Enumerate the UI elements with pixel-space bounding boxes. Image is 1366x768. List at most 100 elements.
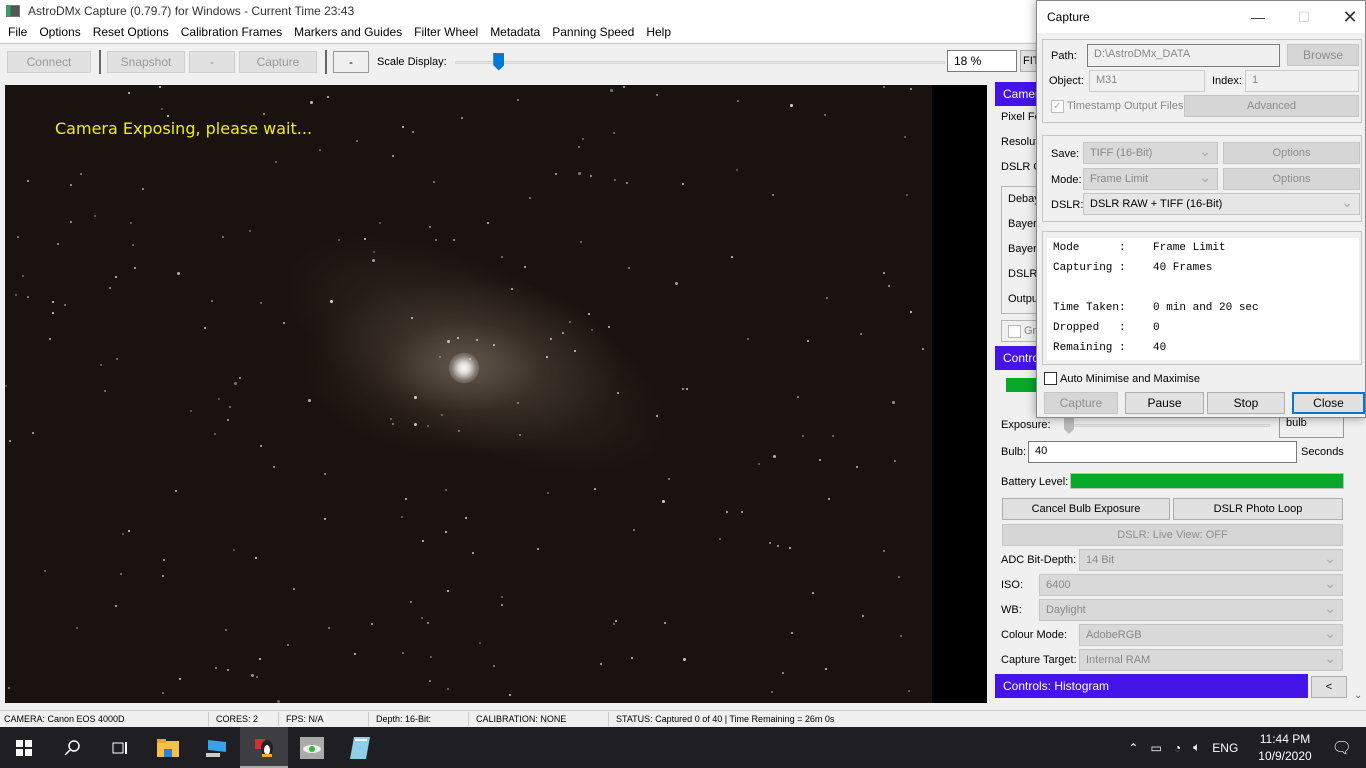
star xyxy=(215,667,217,669)
scale-display-slider[interactable] xyxy=(454,51,945,73)
exposure-slider[interactable] xyxy=(1064,418,1270,434)
file-explorer-icon[interactable] xyxy=(144,727,192,768)
menu-metadata[interactable]: Metadata xyxy=(484,25,546,39)
star xyxy=(433,181,435,183)
index-input[interactable]: 1 xyxy=(1245,70,1359,92)
snapshot-option-button[interactable]: - xyxy=(189,50,235,73)
dslr-format-select[interactable]: DSLR RAW + TIFF (16-Bit) xyxy=(1083,193,1360,215)
battery-level-fill xyxy=(1071,474,1343,488)
notepad-icon[interactable] xyxy=(336,727,384,768)
timestamp-checkbox[interactable]: ✓ xyxy=(1051,100,1064,113)
save-options-button[interactable]: Options xyxy=(1223,142,1360,164)
toolbar-separator xyxy=(325,49,327,74)
histogram-section-header[interactable]: Controls: Histogram xyxy=(995,674,1308,698)
scroll-down-icon[interactable]: ⌄ xyxy=(1354,690,1362,701)
minimize-icon[interactable]: — xyxy=(1235,1,1281,33)
mode-select[interactable]: Frame Limit xyxy=(1083,168,1218,190)
menu-panning-speed[interactable]: Panning Speed xyxy=(546,25,640,39)
capture-target-select[interactable]: Internal RAM xyxy=(1079,649,1343,671)
show-hidden-icons-icon[interactable]: ⌃ xyxy=(1128,741,1138,755)
zoom-percent-input[interactable]: 18 % xyxy=(947,50,1017,72)
star xyxy=(590,175,592,177)
browse-button[interactable]: Browse xyxy=(1287,44,1359,66)
dialog-capture-button[interactable]: Capture xyxy=(1044,392,1118,414)
adc-bit-depth-select[interactable]: 14 Bit xyxy=(1079,549,1343,571)
eye-app-icon[interactable] xyxy=(288,727,336,768)
maximize-icon[interactable]: ☐ xyxy=(1281,1,1327,33)
star xyxy=(529,197,531,199)
grid-checkbox[interactable] xyxy=(1008,325,1021,338)
windows-start-icon[interactable] xyxy=(0,727,48,768)
save-format-select[interactable]: TIFF (16-Bit) xyxy=(1083,142,1218,164)
menu-calibration-frames[interactable]: Calibration Frames xyxy=(175,25,288,39)
astrodmx-taskbar-icon[interactable] xyxy=(240,727,288,768)
bulb-seconds-input[interactable]: 40 xyxy=(1028,441,1297,463)
star xyxy=(167,115,169,117)
close-icon[interactable]: ✕ xyxy=(1327,1,1366,33)
task-view-icon[interactable] xyxy=(96,727,144,768)
capture-button[interactable]: Capture xyxy=(239,50,317,73)
star xyxy=(613,623,615,625)
star xyxy=(159,86,161,88)
menu-markers-guides[interactable]: Markers and Guides xyxy=(288,25,408,39)
search-icon[interactable] xyxy=(48,727,96,768)
notifications-icon[interactable]: 🗨︎ xyxy=(1332,738,1352,758)
this-pc-icon[interactable] xyxy=(192,727,240,768)
colour-mode-select[interactable]: AdobeRGB xyxy=(1079,624,1343,646)
iso-select[interactable]: 6400 xyxy=(1039,574,1343,596)
volume-icon[interactable]: 🔈︎ xyxy=(1193,740,1200,755)
slider-thumb[interactable] xyxy=(493,52,505,71)
scale-display-label: Scale Display: xyxy=(377,55,447,68)
path-input[interactable]: D:\AstroDMx_DATA xyxy=(1087,44,1280,67)
star xyxy=(626,182,628,184)
star xyxy=(772,194,774,196)
menu-options[interactable]: Options xyxy=(33,25,86,39)
wifi-icon[interactable]: ◔ xyxy=(1174,741,1181,755)
star xyxy=(263,113,265,115)
star xyxy=(162,692,164,694)
star xyxy=(175,490,177,492)
star xyxy=(682,183,684,185)
advanced-button[interactable]: Advanced xyxy=(1184,95,1359,117)
star xyxy=(771,691,773,693)
star xyxy=(225,629,227,631)
white-balance-select[interactable]: Daylight xyxy=(1039,599,1343,621)
star xyxy=(142,188,144,190)
auto-minimise-label: Auto Minimise and Maximise xyxy=(1060,373,1200,385)
star xyxy=(227,419,229,421)
cancel-bulb-exposure-button[interactable]: Cancel Bulb Exposure xyxy=(1002,498,1170,520)
language-indicator[interactable]: ENG xyxy=(1212,741,1238,755)
star xyxy=(100,364,102,366)
battery-icon[interactable]: ▭ xyxy=(1150,741,1161,755)
collapse-panel-button[interactable]: < xyxy=(1311,676,1347,698)
scale-minus-button[interactable]: - xyxy=(333,50,369,73)
star xyxy=(327,96,329,98)
star xyxy=(115,276,117,278)
bayer-label-2: Bayer xyxy=(1008,243,1037,255)
menu-help[interactable]: Help xyxy=(640,25,677,39)
dslr-label: DSLR xyxy=(1008,268,1038,280)
capture-dialog: Capture — ☐ ✕ Path: D:\AstroDMx_DATA Bro… xyxy=(1036,0,1366,418)
status-bar: CAMERA: Canon EOS 4000D CORES: 2 FPS: N/… xyxy=(0,710,1366,727)
auto-minimise-checkbox[interactable] xyxy=(1044,372,1057,385)
dialog-close-button[interactable]: Close xyxy=(1292,392,1365,414)
live-view-button[interactable]: DSLR: Live View: OFF xyxy=(1002,524,1343,546)
stop-button[interactable]: Stop xyxy=(1207,392,1285,414)
connect-button[interactable]: Connect xyxy=(7,50,91,73)
slider-thumb[interactable] xyxy=(1064,418,1074,434)
star xyxy=(726,511,728,513)
menu-filter-wheel[interactable]: Filter Wheel xyxy=(408,25,484,39)
star xyxy=(791,632,793,634)
star xyxy=(747,338,749,340)
menu-file[interactable]: File xyxy=(2,25,33,39)
dslr-photo-loop-button[interactable]: DSLR Photo Loop xyxy=(1173,498,1343,520)
star xyxy=(487,222,489,224)
star xyxy=(582,138,584,140)
object-input[interactable]: M31 xyxy=(1089,70,1205,92)
pause-button[interactable]: Pause xyxy=(1125,392,1204,414)
mode-options-button[interactable]: Options xyxy=(1223,168,1360,190)
menu-reset-options[interactable]: Reset Options xyxy=(87,25,175,39)
clock[interactable]: 11:44 PM 10/9/2020 xyxy=(1258,731,1311,765)
star xyxy=(465,517,467,519)
snapshot-button[interactable]: Snapshot xyxy=(107,50,185,73)
